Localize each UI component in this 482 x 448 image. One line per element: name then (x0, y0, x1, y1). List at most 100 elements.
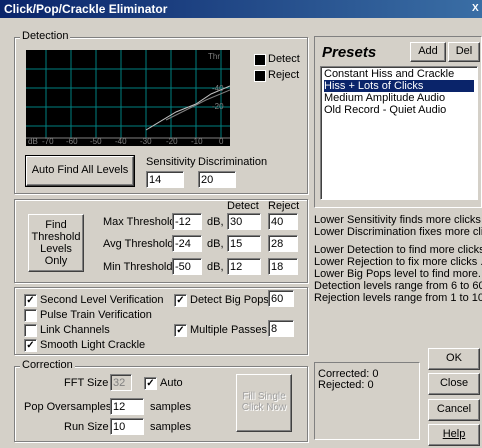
pop-oversamples-label: Pop Oversamples (24, 401, 112, 413)
second-level-label: Second Level Verification (40, 294, 164, 306)
multiple-passes-label: Multiple Passes (190, 324, 268, 336)
graph-thr-label: Thr (208, 52, 220, 61)
help-text-line: Lower Discrimination fixes more clicks (314, 226, 482, 238)
max-reject-input[interactable] (268, 213, 298, 230)
detect-big-pops-checkbox[interactable]: ✓ (174, 294, 187, 307)
graph-x-tick: dB (28, 137, 38, 146)
min-threshold-input[interactable] (172, 258, 202, 275)
max-threshold-label: Max Threshold (103, 216, 176, 228)
graph-x-tick: -50 (90, 137, 102, 146)
graph-y-tick: -40 (212, 84, 224, 93)
multiple-passes-checkbox[interactable]: ✓ (174, 324, 187, 337)
help-text-line: Lower Detection to find more clicks. (314, 244, 482, 256)
help-label: Help (442, 428, 466, 440)
min-threshold-label: Min Threshold (103, 261, 173, 273)
help-text-line: Rejection levels range from 1 to 100 (314, 292, 482, 304)
second-level-checkbox[interactable]: ✓ (24, 294, 37, 307)
detect-column-header: Detect (227, 200, 259, 212)
avg-detect-input[interactable] (227, 235, 261, 252)
find-threshold-levels-button[interactable]: Find Threshold Levels Only (28, 214, 84, 272)
window-title: Click/Pop/Crackle Eliminator (4, 2, 168, 16)
graph-x-tick: 0 (219, 137, 224, 146)
sensitivity-label: Sensitivity (146, 156, 196, 168)
find-line: Levels (40, 243, 72, 255)
presets-title: Presets (322, 44, 377, 61)
help-text-line: Detection levels range from 6 to 60 (314, 280, 482, 292)
reject-legend-swatch (254, 70, 266, 82)
pulse-train-label: Pulse Train Verification (40, 309, 152, 321)
cancel-label: Cancel (436, 403, 472, 415)
max-detect-input[interactable] (227, 213, 261, 230)
detect-big-pops-label: Detect Big Pops (190, 294, 269, 306)
run-size-input[interactable] (110, 418, 144, 435)
preset-item[interactable]: Constant Hiss and Crackle (324, 68, 474, 80)
graph-x-tick: -30 (140, 137, 152, 146)
reject-legend-label: Reject (268, 69, 300, 81)
min-reject-input[interactable] (268, 258, 298, 275)
graph-x-tick: -10 (191, 137, 203, 146)
pulse-train-checkbox[interactable] (24, 309, 37, 322)
close-window-icon[interactable]: X (472, 3, 482, 15)
delete-preset-button[interactable]: Del (448, 42, 480, 62)
close-button[interactable]: Close (428, 373, 480, 395)
max-threshold-input[interactable] (172, 213, 202, 230)
fft-size-label: FFT Size (64, 377, 109, 389)
threshold-graph-svg (26, 50, 231, 139)
ok-label: OK (446, 352, 462, 364)
auto-label: Auto (160, 377, 183, 389)
run-size-label: Run Size (64, 421, 109, 433)
correction-legend: Correction (20, 359, 75, 371)
rejected-count: Rejected: 0 (318, 379, 374, 391)
graph-x-tick: -20 (166, 137, 178, 146)
ok-button[interactable]: OK (428, 348, 480, 370)
fill-single-click-button[interactable]: Fill Single Click Now (236, 374, 292, 432)
detect-legend-swatch (254, 54, 266, 66)
add-preset-label: Add (418, 45, 438, 57)
multiple-passes-input[interactable] (268, 320, 294, 337)
graph-x-tick: -40 (115, 137, 127, 146)
detect-legend-label: Detect (268, 53, 300, 65)
discrimination-label: Discrimination (198, 156, 268, 168)
auto-find-label: Auto Find All Levels (31, 164, 129, 176)
help-button[interactable]: Help (428, 424, 480, 446)
fft-size-input[interactable] (110, 374, 132, 391)
title-bar: Click/Pop/Crackle Eliminator X (0, 0, 482, 18)
find-line: Only (44, 255, 68, 267)
smooth-crackle-checkbox[interactable]: ✓ (24, 339, 37, 352)
close-label: Close (439, 377, 469, 389)
min-detect-input[interactable] (227, 258, 261, 275)
avg-threshold-label: Avg Threshold (103, 238, 174, 250)
avg-threshold-input[interactable] (172, 235, 202, 252)
auto-checkbox[interactable]: ✓ (144, 377, 157, 390)
pop-oversamples-input[interactable] (110, 398, 144, 415)
threshold-graph: Thr -40 -20 dB -70 -60 -50 -40 -30 -20 -… (26, 50, 231, 146)
reject-column-header: Reject (268, 200, 300, 212)
detect-big-pops-input[interactable] (268, 290, 294, 307)
add-preset-button[interactable]: Add (410, 42, 446, 62)
link-channels-label: Link Channels (40, 324, 110, 336)
help-text-line: Lower Rejection to fix more clicks . (314, 256, 482, 268)
fill-single-line: Click Now (241, 402, 287, 413)
discrimination-input[interactable] (198, 171, 236, 188)
delete-preset-label: Del (455, 45, 473, 57)
avg-threshold-unit: dB, (207, 238, 224, 250)
sensitivity-input[interactable] (146, 171, 184, 188)
graph-y-tick: -20 (212, 102, 224, 111)
fill-single-line: Fill Single (242, 391, 286, 402)
cancel-button[interactable]: Cancel (428, 399, 480, 421)
min-threshold-unit: dB, (207, 261, 224, 273)
graph-x-tick: -70 (42, 137, 54, 146)
help-text-line: Lower Big Pops level to find more. (314, 268, 481, 280)
preset-item-selected[interactable]: Hiss + Lots of Clicks (324, 80, 474, 92)
preset-item[interactable]: Old Record - Quiet Audio (324, 104, 474, 116)
preset-item[interactable]: Medium Amplitude Audio (324, 92, 474, 104)
auto-find-all-levels-button[interactable]: Auto Find All Levels (25, 155, 135, 187)
graph-x-tick: -60 (66, 137, 78, 146)
run-size-unit: samples (150, 421, 191, 433)
help-text-line: Lower Sensitivity finds more clicks (314, 214, 481, 226)
avg-reject-input[interactable] (268, 235, 298, 252)
presets-list[interactable]: Constant Hiss and Crackle Hiss + Lots of… (320, 66, 478, 200)
max-threshold-unit: dB, (207, 216, 224, 228)
link-channels-checkbox[interactable] (24, 324, 37, 337)
find-line: Threshold (31, 231, 81, 243)
